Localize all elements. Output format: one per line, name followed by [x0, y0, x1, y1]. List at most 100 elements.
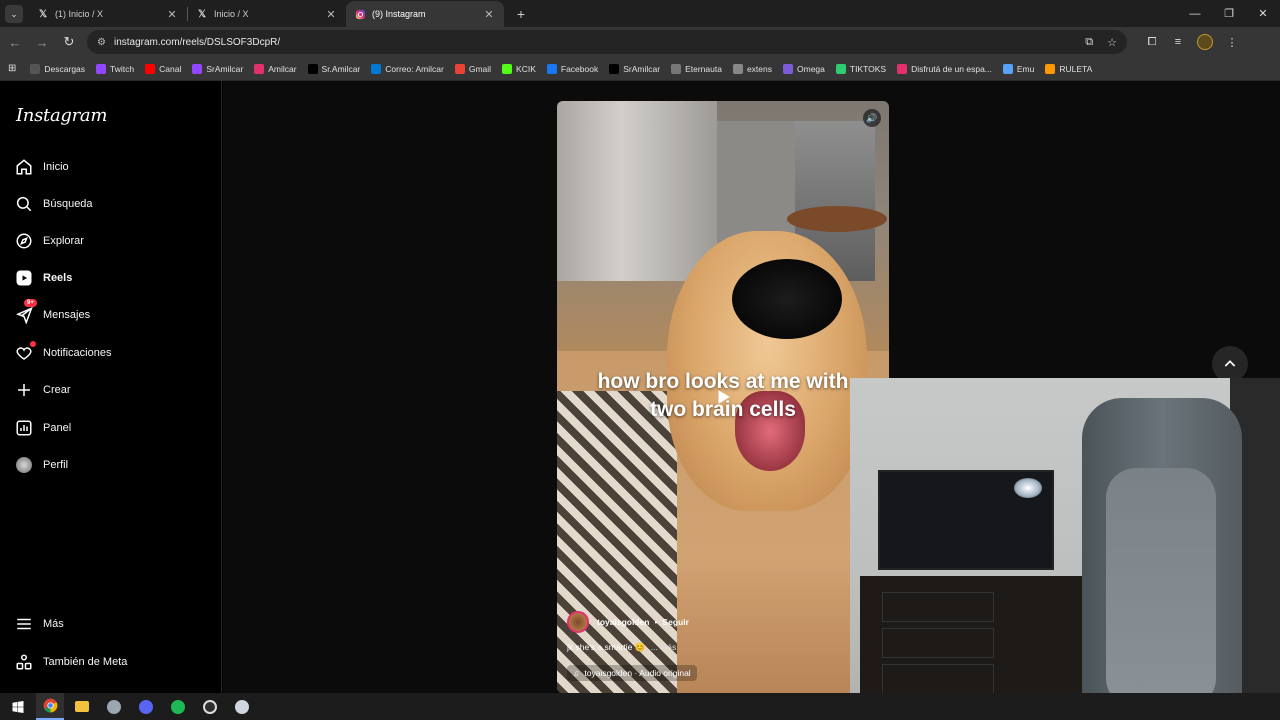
- scroll-up-button[interactable]: [1212, 346, 1248, 382]
- globe-icon: [732, 63, 743, 74]
- bookmark-item[interactable]: Eternauta: [671, 63, 722, 74]
- reel-meta: toyaisgolden • Seguir jk she's a smartie…: [567, 611, 867, 681]
- extensions-icon[interactable]: ⧠: [1139, 31, 1165, 53]
- bookmark-item[interactable]: TIKTOKS: [835, 63, 886, 74]
- chrome-icon[interactable]: [36, 693, 64, 720]
- video-scene-fridge: [557, 101, 717, 281]
- sidebar-item-notificaciones[interactable]: Notificaciones: [14, 339, 111, 367]
- bookmark-item[interactable]: Disfrutá de un espa...: [897, 63, 992, 74]
- back-button[interactable]: ←: [3, 30, 27, 54]
- bookmarks-bar: ⊞ Descargas Twitch Canal SrAmilcar Amilcar Sr…: [0, 57, 1280, 81]
- sidebar-item-label: Reels: [43, 272, 73, 284]
- bookmark-item[interactable]: Correo: Amilcar: [371, 63, 444, 74]
- bookmark-star-icon[interactable]: ☆: [1107, 36, 1117, 49]
- tab-search-button[interactable]: ⌄: [5, 5, 23, 23]
- site-info-icon[interactable]: ⚙: [97, 37, 106, 48]
- bookmark-item[interactable]: KCIK: [502, 63, 536, 74]
- sidebar-item-perfil[interactable]: Perfil: [14, 451, 68, 479]
- instagram-icon: [254, 63, 265, 74]
- bookmark-item[interactable]: SrAmilcar: [609, 63, 660, 74]
- bookmark-item[interactable]: Facebook: [546, 63, 598, 74]
- close-icon[interactable]: ✕: [324, 8, 338, 21]
- sidebar-item-meta[interactable]: También de Meta: [14, 648, 127, 676]
- x-logo-icon: 𝕏: [197, 8, 207, 20]
- bookmark-item[interactable]: Twitch: [96, 63, 135, 74]
- sidebar-item-mas[interactable]: Más: [14, 610, 64, 638]
- url-text[interactable]: instagram.com/reels/DSLSOF3DcpR/: [114, 37, 1071, 48]
- app-icon[interactable]: [100, 693, 128, 720]
- twitch-icon: [96, 63, 107, 74]
- sidebar-item-mensajes[interactable]: 9+ Mensajes: [14, 299, 91, 329]
- volume-icon[interactable]: 🔊: [863, 109, 881, 127]
- tab-x-inicio-1[interactable]: 𝕏 (1) Inicio / X ✕: [29, 1, 187, 27]
- spotify-icon[interactable]: [164, 693, 192, 720]
- address-bar[interactable]: ⚙ instagram.com/reels/DSLSOF3DcpR/ ⧉ ☆: [87, 30, 1127, 54]
- video-scene-stool: [787, 206, 887, 232]
- reel-author-username[interactable]: toyaisgolden: [597, 617, 649, 627]
- reel-video[interactable]: 🔊 how bro looks at me with two brain cel…: [557, 101, 889, 693]
- bookmark-label: Amilcar: [268, 63, 297, 74]
- forward-button[interactable]: →: [30, 30, 54, 54]
- close-icon[interactable]: ✕: [165, 8, 179, 21]
- bookmark-item[interactable]: SrAmilcar: [192, 63, 243, 74]
- app-icon-2[interactable]: [228, 693, 256, 720]
- discord-icon[interactable]: [132, 693, 160, 720]
- close-icon[interactable]: ✕: [482, 8, 496, 21]
- new-tab-button[interactable]: +: [510, 3, 532, 25]
- reel-caption-row: jk she's a smartie 😊 ... más: [567, 642, 867, 653]
- heart-icon: [14, 341, 36, 363]
- follow-button[interactable]: Seguir: [662, 617, 688, 627]
- sidebar-item-inicio[interactable]: Inicio: [14, 153, 69, 181]
- twitch-icon: [192, 63, 203, 74]
- avatar-icon: [14, 455, 34, 475]
- restore-icon[interactable]: ❐: [1212, 0, 1246, 27]
- bookmark-item[interactable]: RULETA: [1045, 63, 1092, 74]
- webcam-overlay: [850, 378, 1280, 720]
- bookmark-item[interactable]: Emu: [1002, 63, 1034, 74]
- sidebar-item-label: Mensajes: [43, 309, 91, 321]
- profile-avatar[interactable]: [1197, 34, 1213, 50]
- minimize-icon[interactable]: —: [1178, 0, 1212, 27]
- bookmark-item[interactable]: extens: [732, 63, 772, 74]
- reel-author-avatar[interactable]: [567, 611, 589, 633]
- bookmark-label: KCIK: [516, 63, 536, 74]
- sidebar-item-busqueda[interactable]: Búsqueda: [14, 190, 93, 218]
- bookmark-item[interactable]: Descargas: [30, 63, 85, 74]
- notification-dot: [30, 341, 36, 347]
- bookmark-item[interactable]: Sr.Amilcar: [307, 63, 360, 74]
- caption-more-link[interactable]: ... más: [651, 642, 677, 652]
- sidebar-item-reels[interactable]: Reels: [14, 264, 72, 292]
- home-icon: [14, 157, 34, 177]
- bookmark-label: Twitch: [110, 63, 135, 74]
- window-controls: — ❐ ✕: [1178, 0, 1280, 27]
- reload-button[interactable]: ↻: [57, 30, 81, 54]
- tab-strip: ⌄ 𝕏 (1) Inicio / X ✕ 𝕏 Inicio / X ✕ (9) …: [0, 0, 1280, 27]
- instagram-icon: [354, 8, 366, 20]
- sidebar-item-explorar[interactable]: Explorar: [14, 227, 84, 255]
- file-explorer-icon[interactable]: [68, 693, 96, 720]
- sidebar-item-panel[interactable]: Panel: [14, 414, 71, 442]
- browser-toolbar: ← → ↻ ⚙ instagram.com/reels/DSLSOF3DcpR/…: [0, 27, 1280, 57]
- tab-instagram[interactable]: (9) Instagram ✕: [346, 1, 504, 27]
- reel-audio[interactable]: ♫ toyaisgolden · Audio original: [567, 665, 697, 681]
- bookmark-item[interactable]: Canal: [145, 63, 181, 74]
- drive-icon: [835, 63, 846, 74]
- outlook-icon: [371, 63, 382, 74]
- bookmark-item[interactable]: Gmail: [454, 63, 491, 74]
- obs-icon[interactable]: [196, 693, 224, 720]
- play-icon[interactable]: [711, 385, 735, 409]
- sidebar-item-crear[interactable]: Crear: [14, 376, 71, 404]
- bookmark-item[interactable]: Omega: [783, 63, 825, 74]
- install-app-icon[interactable]: ⧉: [1085, 36, 1093, 49]
- tab-label: (1) Inicio / X: [55, 9, 104, 19]
- close-window-icon[interactable]: ✕: [1246, 0, 1280, 27]
- bookmark-item[interactable]: Amilcar: [254, 63, 297, 74]
- apps-grid-icon[interactable]: ⊞: [8, 63, 16, 74]
- windows-start-icon[interactable]: [4, 693, 32, 720]
- instagram-logo[interactable]: Instagram: [16, 105, 107, 126]
- sidebar-item-label: Más: [43, 618, 64, 630]
- menu-kebab-icon[interactable]: ⋮: [1219, 31, 1245, 53]
- reel-audio-label: toyaisgolden · Audio original: [584, 668, 691, 678]
- tab-x-inicio-2[interactable]: 𝕏 Inicio / X ✕: [188, 1, 346, 27]
- media-control-icon[interactable]: ≡: [1165, 31, 1191, 53]
